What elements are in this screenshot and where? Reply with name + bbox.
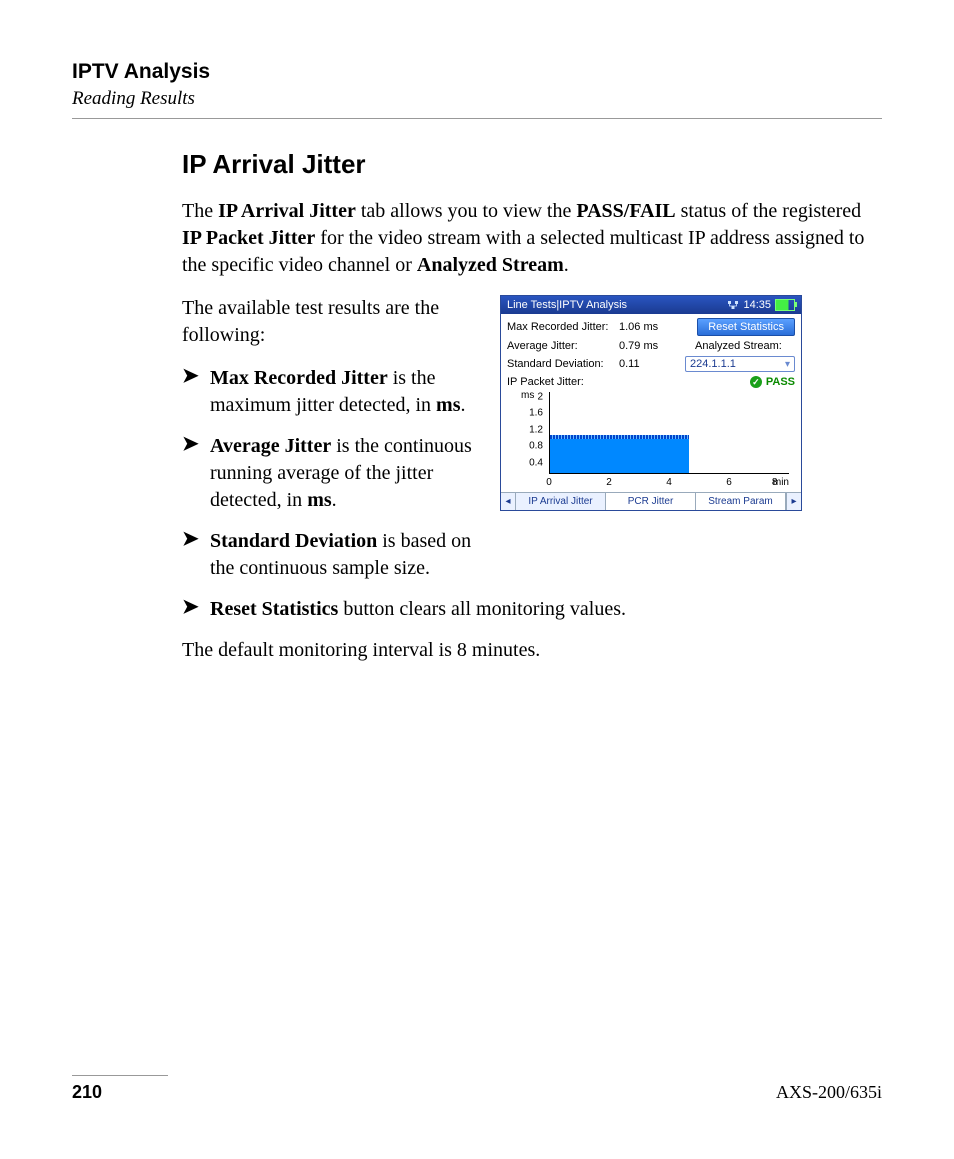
intro-paragraph: The IP Arrival Jitter tab allows you to … [182, 198, 882, 279]
tab-scroll-left[interactable]: ◂ [501, 493, 516, 510]
clock: 14:35 [743, 299, 771, 311]
avg-jitter-label: Average Jitter: [507, 340, 619, 352]
header-rule [72, 118, 882, 119]
text: button clears all monitoring values. [338, 598, 626, 620]
sd-label: Standard Deviation: [507, 358, 619, 370]
text-bold: Analyzed Stream [417, 254, 564, 276]
jitter-chart: ms 2 1.6 1.2 0.8 0.4 [515, 392, 795, 488]
text: status of the registered [676, 200, 862, 222]
stream-select[interactable]: 224.1.1.1 ▾ [685, 356, 795, 372]
lead-paragraph: The available test results are the follo… [182, 295, 482, 349]
closing-paragraph: The default monitoring interval is 8 min… [182, 637, 882, 664]
x-tick: 0 [546, 477, 552, 488]
analyzed-stream-label: Analyzed Stream: [695, 340, 795, 352]
list-item: ➤ Average Jitter is the continuous runni… [182, 433, 482, 514]
arrow-icon: ➤ [182, 433, 200, 514]
sd-value: 0.11 [619, 358, 673, 370]
tab-stream-param[interactable]: Stream Param [696, 493, 786, 510]
list-item: ➤ Reset Statistics button clears all mon… [182, 596, 882, 623]
footer-rule [72, 1075, 168, 1076]
section-title: IP Arrival Jitter [182, 149, 882, 180]
text: . [564, 254, 569, 276]
tab-bar: ◂ IP Arrival Jitter PCR Jitter Stream Pa… [501, 492, 801, 510]
y-tick: 2 [515, 391, 543, 402]
text-bold: IP Arrival Jitter [218, 200, 356, 222]
chart-fill [550, 439, 689, 473]
stream-select-value: 224.1.1.1 [690, 358, 736, 370]
header-title: IPTV Analysis [72, 60, 882, 84]
network-icon [727, 300, 739, 310]
pass-badge: ✓ PASS [750, 376, 795, 388]
bullet-list-cont: ➤ Reset Statistics button clears all mon… [182, 596, 882, 623]
unit: ms [436, 394, 460, 416]
text: The [182, 200, 218, 222]
check-icon: ✓ [750, 376, 762, 388]
term: Standard Deviation [210, 530, 377, 552]
window-title: Line Tests|IPTV Analysis [507, 299, 627, 311]
avg-jitter-value: 0.79 ms [619, 340, 673, 352]
text-bold: PASS/FAIL [576, 200, 675, 222]
x-tick: 4 [666, 477, 672, 488]
text: . [461, 394, 466, 416]
page-header: IPTV Analysis Reading Results [72, 60, 882, 119]
text: tab allows you to view the [356, 200, 577, 222]
term: Average Jitter [210, 435, 331, 457]
pass-text: PASS [766, 376, 795, 388]
battery-icon [775, 299, 795, 311]
list-item: ➤ Standard Deviation is based on the con… [182, 528, 482, 582]
unit: ms [307, 489, 331, 511]
model-number: AXS-200/635i [776, 1082, 882, 1103]
x-tick: 6 [726, 477, 732, 488]
chevron-down-icon: ▾ [785, 359, 790, 370]
reset-statistics-button[interactable]: Reset Statistics [697, 318, 795, 336]
tab-pcr-jitter[interactable]: PCR Jitter [606, 493, 696, 510]
y-tick: 1.2 [515, 424, 543, 435]
page-footer: 210 AXS-200/635i [72, 1075, 882, 1103]
max-jitter-value: 1.06 ms [619, 321, 673, 333]
term: Reset Statistics [210, 598, 338, 620]
list-item: ➤ Max Recorded Jitter is the maximum jit… [182, 365, 482, 419]
tab-ip-arrival-jitter[interactable]: IP Arrival Jitter [516, 493, 606, 510]
header-subtitle: Reading Results [72, 88, 882, 110]
text: . [332, 489, 337, 511]
arrow-icon: ➤ [182, 365, 200, 419]
y-tick: 0.4 [515, 457, 543, 468]
y-tick: 0.8 [515, 441, 543, 452]
window-titlebar: Line Tests|IPTV Analysis 14:35 [501, 296, 801, 314]
chart-edge [550, 435, 689, 439]
x-tick: 2 [606, 477, 612, 488]
bullet-list: ➤ Max Recorded Jitter is the maximum jit… [182, 365, 482, 582]
arrow-icon: ➤ [182, 528, 200, 582]
embedded-screenshot: Line Tests|IPTV Analysis 14:35 Max Recor… [500, 295, 802, 511]
max-jitter-label: Max Recorded Jitter: [507, 321, 619, 333]
plot-area [549, 392, 789, 474]
tab-scroll-right[interactable]: ▸ [786, 493, 801, 510]
packet-jitter-label: IP Packet Jitter: [507, 376, 619, 388]
x-unit: min [773, 477, 789, 488]
term: Max Recorded Jitter [210, 367, 388, 389]
arrow-icon: ➤ [182, 596, 200, 623]
y-tick: 1.6 [515, 408, 543, 419]
page-number: 210 [72, 1082, 102, 1103]
text-bold: IP Packet Jitter [182, 227, 315, 249]
